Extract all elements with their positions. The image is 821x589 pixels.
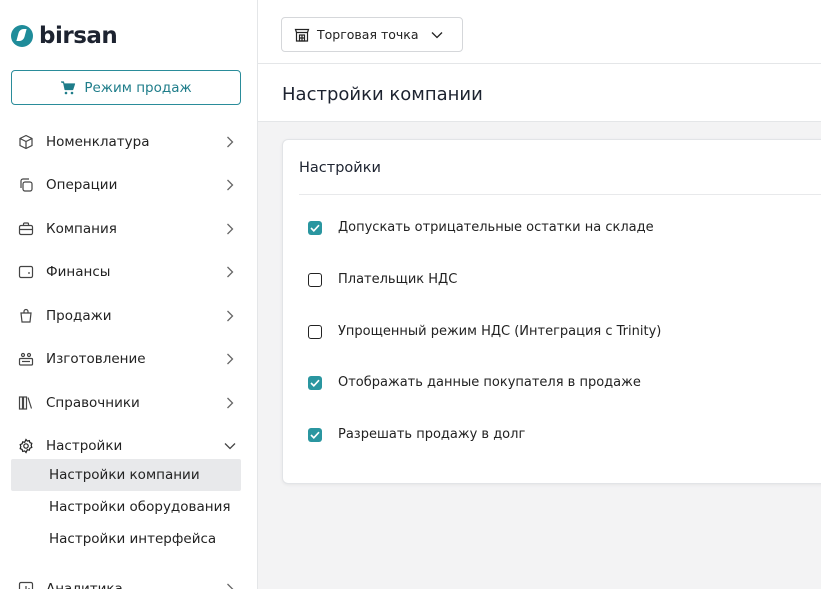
operations-icon	[18, 177, 34, 193]
submenu-item-equipment-settings[interactable]: Настройки оборудования	[0, 491, 258, 523]
gear-icon	[18, 438, 34, 454]
logo-text: birsan	[39, 23, 118, 49]
page-header: Настройки компании	[258, 64, 821, 122]
books-icon	[18, 395, 34, 411]
sidebar-item-label: Продажи	[46, 307, 112, 324]
sale-mode-button[interactable]: Режим продаж	[11, 70, 241, 105]
wallet-icon	[18, 264, 34, 280]
check-icon	[310, 379, 320, 387]
chevron-down-icon	[224, 440, 236, 452]
option-label: Упрощенный режим НДС (Интеграция с Trini…	[338, 324, 662, 339]
chevron-right-icon	[224, 397, 236, 409]
top-bar: Торговая точка	[258, 0, 821, 64]
page-title: Настройки компании	[282, 84, 483, 105]
sidebar-item-label: Изготовление	[46, 351, 146, 368]
sidebar-item-references[interactable]: Справочники	[0, 381, 258, 425]
checkbox[interactable]	[308, 272, 322, 287]
option-show-customer-data[interactable]: Отображать данные покупателя в продаже	[308, 375, 641, 390]
option-simplified-vat[interactable]: Упрощенный режим НДС (Интеграция с Trini…	[308, 324, 661, 339]
chevron-right-icon	[224, 266, 236, 278]
sidebar: birsan Режим продаж Номенклатура Операци…	[0, 0, 258, 589]
option-label: Плательщик НДС	[338, 272, 458, 287]
sidebar-item-sales[interactable]: Продажи	[0, 294, 258, 338]
card-divider	[299, 194, 821, 195]
sidebar-item-analytics[interactable]: Аналитика	[0, 570, 258, 589]
settings-submenu: Настройки компании Настройки оборудовани…	[0, 459, 258, 555]
option-label: Разрешать продажу в долг	[338, 427, 526, 442]
cart-icon	[61, 80, 76, 94]
option-negative-stock[interactable]: Допускать отрицательные остатки на склад…	[308, 220, 654, 235]
card-title: Настройки	[299, 160, 381, 176]
chevron-right-icon	[224, 136, 236, 148]
sidebar-item-finance[interactable]: Финансы	[0, 251, 258, 295]
checkbox[interactable]	[308, 375, 322, 390]
sidebar-nav: Номенклатура Операции Компания Финансы П…	[0, 120, 258, 468]
factory-icon	[18, 351, 34, 367]
chevron-right-icon	[224, 353, 236, 365]
analytics-icon	[18, 581, 34, 589]
sidebar-item-manufacturing[interactable]: Изготовление	[0, 338, 258, 382]
chevron-right-icon	[224, 583, 236, 589]
chevron-down-icon	[432, 31, 443, 38]
check-icon	[310, 431, 320, 439]
option-label: Отображать данные покупателя в продаже	[338, 375, 641, 390]
store-selector-label: Торговая точка	[317, 27, 419, 42]
sidebar-item-label: Операции	[46, 177, 118, 194]
chevron-right-icon	[224, 179, 236, 191]
store-selector[interactable]: Торговая точка	[281, 17, 463, 52]
submenu-item-interface-settings[interactable]: Настройки интерфейса	[0, 523, 258, 555]
birsan-logo-icon	[11, 25, 33, 47]
checkbox[interactable]	[308, 220, 322, 235]
chevron-right-icon	[224, 223, 236, 235]
sidebar-item-label: Компания	[46, 220, 117, 237]
shopping-bag-icon	[18, 308, 34, 324]
sidebar-item-company[interactable]: Компания	[0, 207, 258, 251]
briefcase-icon	[18, 221, 34, 237]
option-vat-payer[interactable]: Плательщик НДС	[308, 272, 457, 287]
sidebar-item-operations[interactable]: Операции	[0, 164, 258, 208]
sidebar-item-label: Настройки	[46, 438, 123, 455]
settings-card: Настройки Допускать отрицательные остатк…	[282, 139, 821, 484]
chevron-right-icon	[224, 310, 236, 322]
sidebar-item-label: Финансы	[46, 264, 111, 281]
checkbox[interactable]	[308, 427, 322, 442]
sale-mode-label: Режим продаж	[84, 79, 192, 96]
option-label: Допускать отрицательные остатки на склад…	[338, 220, 654, 235]
option-allow-debt-sale[interactable]: Разрешать продажу в долг	[308, 427, 525, 442]
check-icon	[310, 224, 320, 232]
submenu-item-company-settings[interactable]: Настройки компании	[11, 459, 241, 491]
cube-icon	[18, 134, 34, 150]
sidebar-item-label: Аналитика	[46, 581, 123, 589]
store-icon	[294, 28, 310, 42]
checkbox[interactable]	[308, 324, 322, 339]
sidebar-item-label: Справочники	[46, 394, 140, 411]
sidebar-item-label: Номенклатура	[46, 133, 150, 150]
logo[interactable]: birsan	[11, 23, 118, 49]
sidebar-item-nomenclature[interactable]: Номенклатура	[0, 120, 258, 164]
